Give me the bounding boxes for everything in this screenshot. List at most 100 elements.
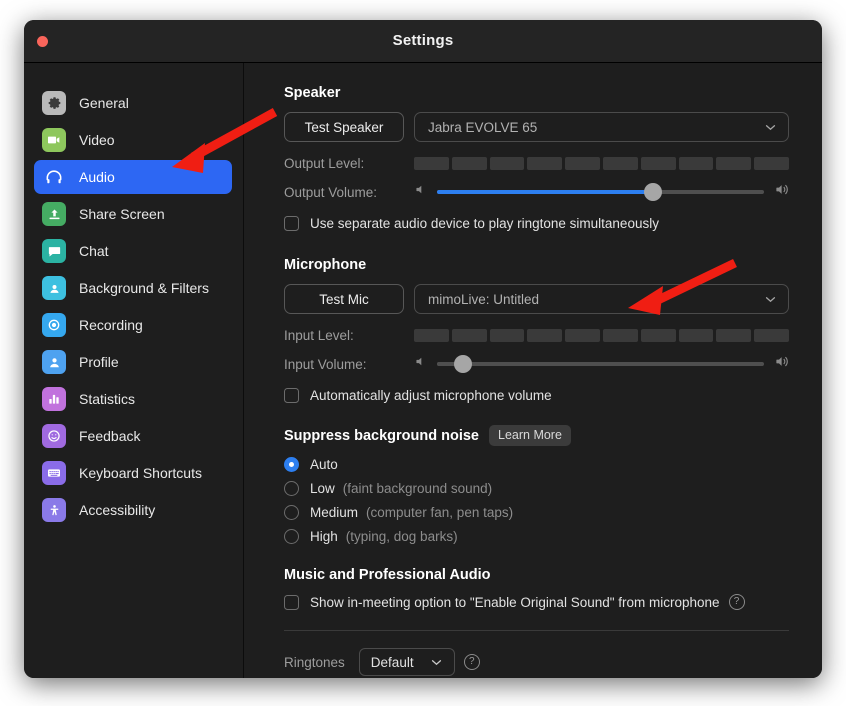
smiley-icon [42, 424, 66, 448]
chevron-down-icon [765, 118, 776, 136]
meter-segment [754, 329, 789, 342]
sidebar-item-statistics[interactable]: Statistics [34, 382, 232, 416]
output-volume-slider[interactable] [414, 182, 789, 202]
sidebar-item-background-filters[interactable]: Background & Filters [34, 271, 232, 305]
radio-hint: (typing, dog barks) [345, 529, 458, 544]
output-level-meter [414, 157, 789, 170]
meter-segment [414, 157, 449, 170]
speaker-section-heading: Speaker [284, 85, 341, 101]
sidebar-item-share-screen[interactable]: Share Screen [34, 197, 232, 231]
ringtones-select[interactable]: Default [358, 648, 455, 676]
volume-high-icon [774, 182, 789, 202]
sidebar-item-label: Statistics [79, 391, 136, 407]
sidebar-item-label: Video [79, 132, 115, 148]
volume-low-icon [414, 355, 427, 373]
ringtones-label: Ringtones [284, 654, 345, 670]
microphone-device-row: Test Mic mimoLive: Untitled [284, 284, 789, 314]
auto-adjust-mic-row[interactable]: Automatically adjust microphone volume [284, 388, 789, 403]
microphone-device-select[interactable]: mimoLive: Untitled [414, 284, 789, 314]
volume-low-icon [414, 183, 427, 201]
original-sound-label: Show in-meeting option to "Enable Origin… [310, 594, 720, 610]
test-speaker-button[interactable]: Test Speaker [284, 112, 404, 142]
radio-medium[interactable] [284, 505, 299, 520]
radio-auto[interactable] [284, 457, 299, 472]
separate-ringtone-device-row[interactable]: Use separate audio device to play ringto… [284, 216, 789, 231]
sidebar-item-recording[interactable]: Recording [34, 308, 232, 342]
accessibility-icon [42, 498, 66, 522]
record-icon [42, 313, 66, 337]
audio-settings-panel: Speaker Test Speaker Jabra EVOLVE 65 Out… [244, 63, 822, 678]
person-frame-icon [42, 276, 66, 300]
settings-window: Settings General Video Audio Share Scree… [24, 20, 822, 678]
sidebar-item-video[interactable]: Video [34, 123, 232, 157]
keyboard-icon [42, 461, 66, 485]
question-mark-icon[interactable]: ? [463, 654, 480, 670]
output-volume-track[interactable] [437, 183, 764, 201]
meter-segment [640, 329, 676, 342]
meter-segment [754, 157, 789, 170]
input-level-meter [414, 329, 789, 342]
sidebar-item-accessibility[interactable]: Accessibility [34, 493, 232, 527]
output-level-row: Output Level: [284, 156, 789, 171]
sidebar-item-audio[interactable]: Audio [34, 160, 232, 194]
suppress-noise-heading-row: Suppress background noise Learn More [284, 425, 789, 446]
meter-segment [678, 329, 714, 342]
sidebar-item-label: Share Screen [79, 206, 165, 222]
learn-more-button[interactable]: Learn More [489, 425, 571, 446]
sidebar-item-label: Keyboard Shortcuts [79, 465, 202, 481]
ringtones-row: Ringtones Default ? [284, 648, 789, 676]
sidebar-item-label: Accessibility [79, 502, 156, 518]
sidebar-item-label: Chat [79, 243, 109, 259]
slider-fill [437, 190, 653, 194]
meter-segment [716, 329, 752, 342]
person-icon [42, 350, 66, 374]
input-volume-track[interactable] [437, 355, 764, 373]
original-sound-row[interactable]: Show in-meeting option to "Enable Origin… [284, 594, 789, 610]
video-icon [42, 128, 66, 152]
meter-segment [489, 157, 525, 170]
meter-segment [640, 157, 676, 170]
auto-adjust-mic-label: Automatically adjust microphone volume [310, 388, 552, 403]
meter-segment [602, 329, 638, 342]
sidebar: General Video Audio Share Screen Chat Ba… [24, 63, 244, 678]
sidebar-item-profile[interactable]: Profile [34, 345, 232, 379]
radio-label: High [310, 529, 338, 544]
sidebar-item-chat[interactable]: Chat [34, 234, 232, 268]
meter-segment [565, 157, 600, 170]
output-volume-label: Output Volume: [284, 184, 378, 200]
output-volume-thumb[interactable] [643, 183, 662, 201]
speaker-device-value: Jabra EVOLVE 65 [428, 119, 538, 135]
radio-low[interactable] [284, 481, 299, 496]
suppress-noise-heading: Suppress background noise [284, 427, 479, 444]
music-pro-audio-heading: Music and Professional Audio [284, 567, 491, 583]
input-volume-slider[interactable] [414, 354, 789, 374]
input-level-row: Input Level: [284, 328, 789, 343]
sidebar-item-feedback[interactable]: Feedback [34, 419, 232, 453]
output-level-label: Output Level: [284, 156, 365, 171]
sidebar-item-general[interactable]: General [34, 86, 232, 120]
bar-chart-icon [42, 387, 66, 411]
noise-option-low[interactable]: Low (faint background sound) [284, 481, 789, 496]
auto-adjust-mic-checkbox[interactable] [284, 388, 299, 403]
test-mic-button[interactable]: Test Mic [284, 284, 404, 314]
original-sound-checkbox[interactable] [284, 594, 299, 610]
chevron-down-icon [765, 290, 776, 308]
noise-option-high[interactable]: High (typing, dog barks) [284, 529, 789, 544]
noise-option-auto[interactable]: Auto [284, 457, 789, 472]
output-volume-row: Output Volume: [284, 182, 789, 202]
slider-track [437, 362, 764, 366]
gear-icon [42, 91, 66, 115]
meter-segment [451, 157, 487, 170]
radio-label: Auto [310, 457, 338, 472]
volume-high-icon [774, 354, 789, 374]
speaker-device-row: Test Speaker Jabra EVOLVE 65 [284, 112, 789, 142]
noise-option-medium[interactable]: Medium (computer fan, pen taps) [284, 505, 789, 520]
input-volume-thumb[interactable] [454, 355, 473, 373]
radio-label: Medium [310, 505, 359, 520]
radio-high[interactable] [284, 529, 299, 544]
ringtones-value: Default [370, 654, 414, 670]
question-mark-icon[interactable]: ? [728, 594, 745, 610]
speaker-device-select[interactable]: Jabra EVOLVE 65 [414, 112, 789, 142]
separate-ringtone-checkbox[interactable] [284, 216, 299, 231]
sidebar-item-keyboard-shortcuts[interactable]: Keyboard Shortcuts [34, 456, 232, 490]
